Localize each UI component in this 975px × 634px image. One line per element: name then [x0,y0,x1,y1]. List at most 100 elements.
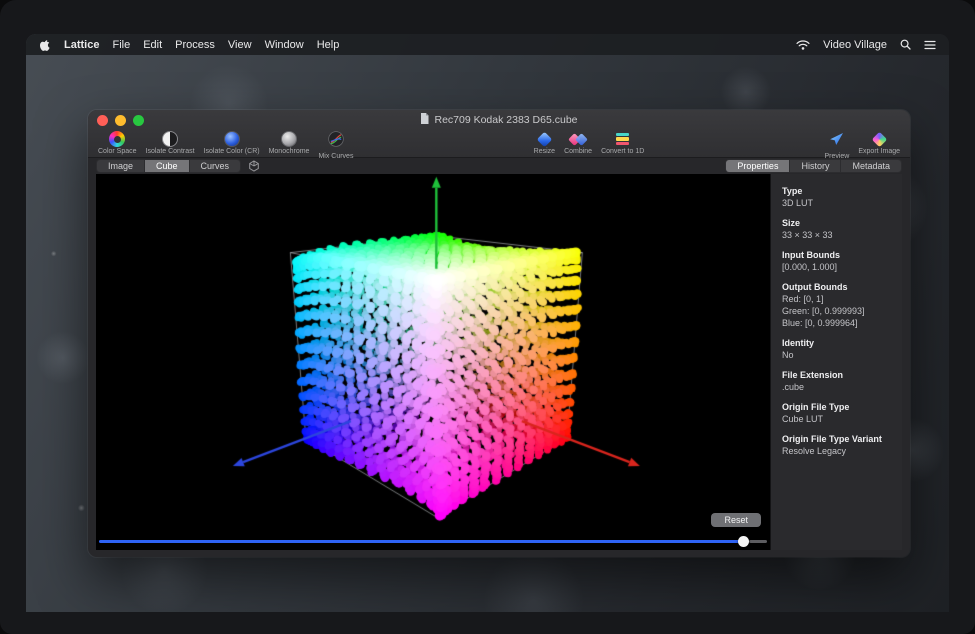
menu-item-view[interactable]: View [228,39,252,51]
toolbar: Color Space Isolate Contrast Isolate Col… [88,130,910,157]
property-label: Origin File Type Variant [782,433,894,445]
menu-item-file[interactable]: File [112,39,130,51]
resize-icon [537,131,553,147]
toolbar-combine[interactable]: Combine [564,131,592,155]
tab-cube[interactable]: Cube [145,160,190,172]
menu-item-process[interactable]: Process [175,39,215,51]
title-bar: Rec709 Kodak 2383 D65.cube [88,110,910,130]
property-group-file-extension: File Extension .cube [782,369,894,393]
isolate-contrast-icon [162,131,178,147]
color-space-icon [109,131,125,147]
tab-metadata[interactable]: Metadata [841,160,901,172]
property-label: Identity [782,337,894,349]
property-label: Origin File Type [782,401,894,413]
property-value: 33 × 33 × 33 [782,229,894,241]
view-mode-tabs: Image Cube Curves [96,159,241,173]
window-chrome: Rec709 Kodak 2383 D65.cube Color Space I… [88,110,910,158]
tab-row: Image Cube Curves Properties History Met… [88,158,910,174]
inspector-tabs: Properties History Metadata [725,159,902,173]
display-options-button[interactable] [248,160,260,172]
toolbar-label: Resize [534,148,555,155]
property-value: Green: [0, 0.999993] [782,305,894,317]
toolbar-label: Isolate Color (CR) [204,148,260,155]
desktop: Lattice File Edit Process View Window He… [26,34,949,612]
tab-properties[interactable]: Properties [726,160,790,172]
toolbar-preview[interactable]: Preview [824,131,849,160]
property-group-output-bounds: Output Bounds Red: [0, 1] Green: [0, 0.9… [782,281,894,329]
property-value: [0.000, 1.000] [782,261,894,273]
toolbar-color-space[interactable]: Color Space [98,131,137,160]
isolate-color-icon [224,131,240,147]
slider-row [96,533,770,550]
lattice-window: Rec709 Kodak 2383 D65.cube Color Space I… [88,110,910,557]
menu-item-window[interactable]: Window [265,39,304,51]
monochrome-icon [281,131,297,147]
document-icon [420,113,429,127]
property-value: Red: [0, 1] [782,293,894,305]
toolbar-label: Monochrome [269,148,310,155]
menu-item-lattice[interactable]: Lattice [64,39,99,51]
property-value: .cube [782,381,894,393]
toolbar-label: Isolate Contrast [146,148,195,155]
menu-item-help[interactable]: Help [317,39,340,51]
tab-curves[interactable]: Curves [190,160,241,172]
apple-menu-icon[interactable] [39,38,51,52]
menu-item-edit[interactable]: Edit [143,39,162,51]
slider-fill [99,540,744,543]
property-label: Input Bounds [782,249,894,261]
toolbar-export-image[interactable]: Export Image [858,131,900,160]
main-content: Reset Type 3D LUT [96,174,902,550]
toolbar-group-output: Preview Export Image [824,131,900,160]
property-value: Resolve Legacy [782,445,894,457]
convert-to-1d-icon [616,131,629,147]
property-group-identity: Identity No [782,337,894,361]
property-group-type: Type 3D LUT [782,185,894,209]
tab-image[interactable]: Image [97,160,145,172]
preview-icon [829,131,845,152]
property-value: Blue: [0, 0.999964] [782,317,894,329]
toolbar-mix-curves[interactable]: Mix Curves [318,131,353,160]
combine-icon [570,131,586,147]
property-label: Size [782,217,894,229]
property-group-size: Size 33 × 33 × 33 [782,217,894,241]
tab-history[interactable]: History [790,160,841,172]
window-title: Rec709 Kodak 2383 D65.cube [420,113,577,127]
traffic-lights [97,115,144,126]
blend-slider[interactable] [99,533,767,550]
toolbar-monochrome[interactable]: Monochrome [269,131,310,160]
mix-curves-icon [328,131,344,152]
toolbar-label: Convert to 1D [601,148,644,155]
property-group-origin-file-type: Origin File Type Cube LUT [782,401,894,425]
window-title-text: Rec709 Kodak 2383 D65.cube [434,114,577,126]
spotlight-search-icon[interactable] [900,39,911,50]
property-label: Type [782,185,894,197]
zoom-button[interactable] [133,115,144,126]
slider-knob[interactable] [738,536,749,547]
toolbar-label: Export Image [858,148,900,155]
menu-bar: Lattice File Edit Process View Window He… [26,34,949,55]
toolbar-convert-1d[interactable]: Convert to 1D [601,131,644,155]
toolbar-group-transform: Resize Combine Convert to 1D [534,131,645,155]
device-frame: Lattice File Edit Process View Window He… [0,0,975,634]
toolbar-isolate-contrast[interactable]: Isolate Contrast [146,131,195,160]
menu-list-icon[interactable] [924,40,936,50]
properties-panel: Type 3D LUT Size 33 × 33 × 33 Input Boun… [770,174,902,550]
property-group-origin-file-type-variant: Origin File Type Variant Resolve Legacy [782,433,894,457]
export-image-icon [871,131,887,147]
reset-view-button[interactable]: Reset [711,513,761,527]
property-label: File Extension [782,369,894,381]
minimize-button[interactable] [115,115,126,126]
toolbar-isolate-color[interactable]: Isolate Color (CR) [204,131,260,160]
toolbar-label: Combine [564,148,592,155]
menu-status-text[interactable]: Video Village [823,39,887,51]
toolbar-resize[interactable]: Resize [534,131,555,155]
property-group-input-bounds: Input Bounds [0.000, 1.000] [782,249,894,273]
viewport-column: Reset [96,174,770,550]
property-label: Output Bounds [782,281,894,293]
wifi-icon[interactable] [796,40,810,50]
toolbar-label: Color Space [98,148,137,155]
slider-remainder [749,540,767,543]
close-button[interactable] [97,115,108,126]
lut-cube-canvas[interactable] [96,174,770,533]
property-value: No [782,349,894,361]
